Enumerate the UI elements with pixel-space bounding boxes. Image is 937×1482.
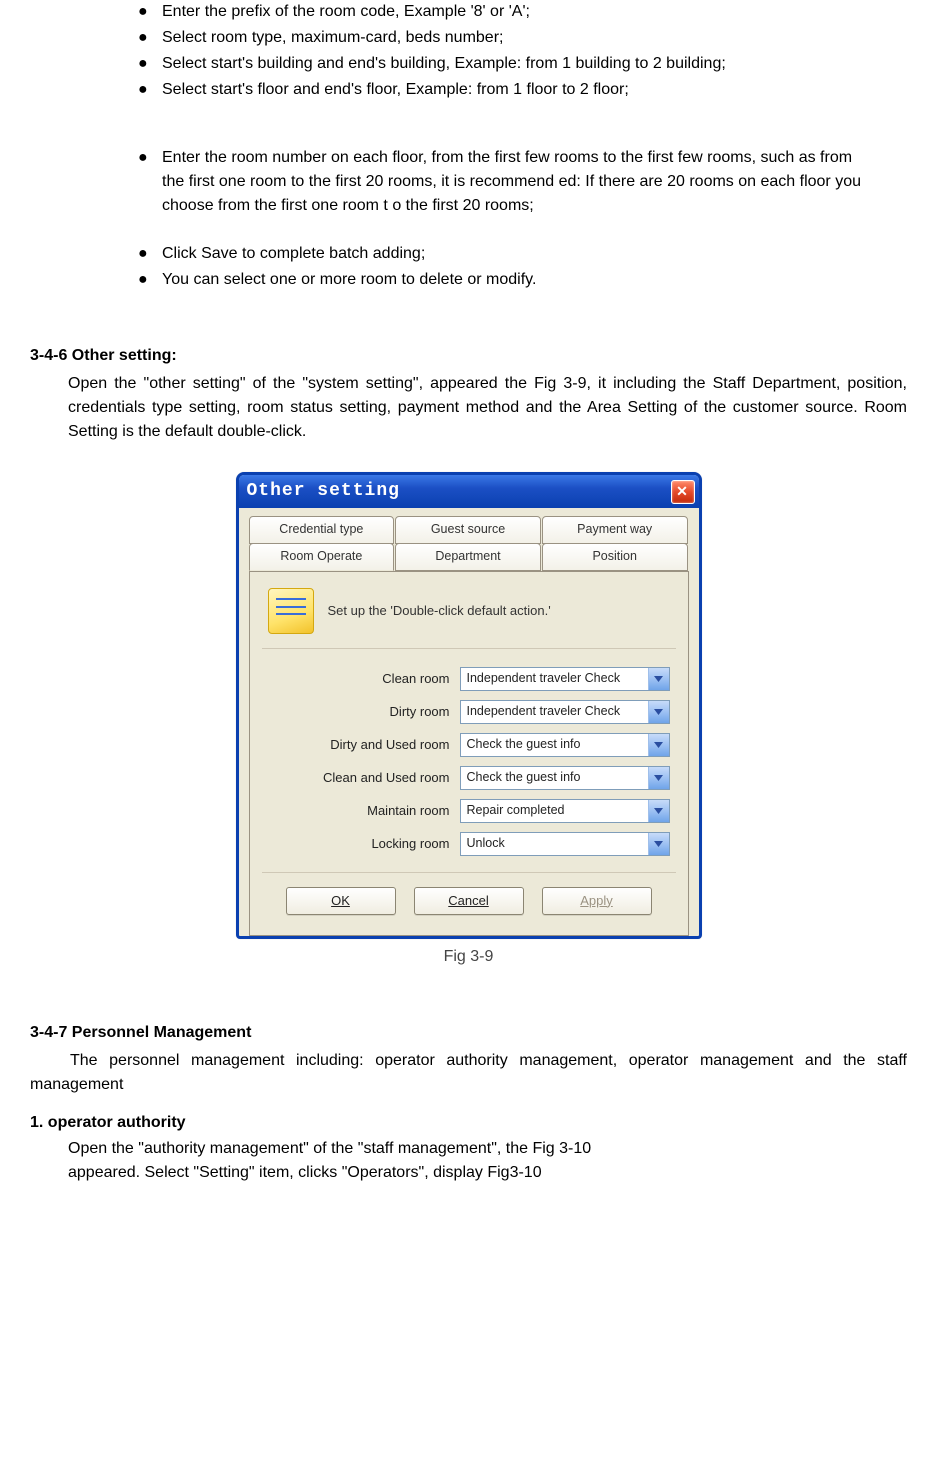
bullet-text: You can select one or more room to delet… [162,271,536,288]
combo-locking-room[interactable]: Unlock [460,832,670,856]
bullet-item: Select room type, maximum-card, beds num… [138,26,877,50]
ok-label: OK [331,893,350,908]
figure-3-9: Other setting ✕ Credential type Guest so… [30,472,907,969]
apply-button[interactable]: Apply [542,887,652,916]
section-heading-346: 3-4-6 Other setting: [30,344,907,368]
bullet-text: Select start's floor and end's floor, Ex… [162,81,629,98]
combo-maintain-room[interactable]: Repair completed [460,799,670,823]
bullet-item: Enter the prefix of the room code, Examp… [138,0,877,24]
chevron-down-icon [648,701,669,723]
label-locking-room: Locking room [262,834,460,854]
dialog-title: Other setting [247,478,400,505]
close-icon: ✕ [676,481,689,502]
tab-department[interactable]: Department [395,543,541,571]
tab-panel: Set up the 'Double-click default action.… [249,571,689,937]
bullet-text: Select room type, maximum-card, beds num… [162,29,503,46]
dialog-button-row: OK Cancel Apply [262,872,676,918]
label-maintain-room: Maintain room [262,801,460,821]
combo-value: Independent traveler Check [467,702,621,721]
chevron-down-icon [648,767,669,789]
bullet-text: Enter the room number on each floor, fro… [162,149,861,214]
bullet-text: Enter the prefix of the room code, Examp… [162,3,530,20]
num1-line1: Open the "authority management" of the "… [30,1137,907,1161]
tab-row-back: Credential type Guest source Payment way [249,516,689,544]
numbered-heading-1: 1. operator authority [30,1111,907,1135]
combo-dirty-used-room[interactable]: Check the guest info [460,733,670,757]
combo-clean-room[interactable]: Independent traveler Check [460,667,670,691]
tab-room-operate[interactable]: Room Operate [249,543,395,571]
tab-position[interactable]: Position [542,543,688,571]
figure-caption: Fig 3-9 [30,945,907,969]
close-button[interactable]: ✕ [671,480,695,504]
bullet-item: You can select one or more room to delet… [138,268,877,292]
combo-dirty-room[interactable]: Independent traveler Check [460,700,670,724]
bullet-text: Select start's building and end's buildi… [162,55,726,72]
bullet-item: Click Save to complete batch adding; [138,242,877,266]
note-icon [268,588,314,634]
ok-button[interactable]: OK [286,887,396,916]
combo-value: Repair completed [467,801,565,820]
section-347-para: The personnel management including: oper… [30,1049,907,1097]
bullet-item: Enter the room number on each floor, fro… [138,146,877,218]
tab-guest-source[interactable]: Guest source [395,516,541,544]
tab-credential-type[interactable]: Credential type [249,516,395,544]
num1-line2: appeared. Select "Setting" item, clicks … [30,1161,907,1185]
chevron-down-icon [648,800,669,822]
bullet-list: Enter the prefix of the room code, Examp… [30,0,877,292]
chevron-down-icon [648,833,669,855]
label-dirty-room: Dirty room [262,702,460,722]
label-clean-room: Clean room [262,669,460,689]
chevron-down-icon [648,668,669,690]
chevron-down-icon [648,734,669,756]
combo-clean-used-room[interactable]: Check the guest info [460,766,670,790]
panel-hint: Set up the 'Double-click default action.… [328,601,551,621]
section-heading-347: 3-4-7 Personnel Management [30,1021,907,1045]
label-clean-used-room: Clean and Used room [262,768,460,788]
cancel-label: Cancel [448,893,488,908]
combo-value: Unlock [467,834,505,853]
combo-value: Check the guest info [467,735,581,754]
bullet-item: Select start's floor and end's floor, Ex… [138,78,877,102]
dialog-titlebar: Other setting ✕ [239,475,699,508]
other-setting-dialog: Other setting ✕ Credential type Guest so… [236,472,702,939]
section-346-para: Open the "other setting" of the "system … [30,372,907,444]
bullet-text: Click Save to complete batch adding; [162,245,425,262]
tab-payment-way[interactable]: Payment way [542,516,688,544]
bullet-item: Select start's building and end's buildi… [138,52,877,76]
combo-value: Check the guest info [467,768,581,787]
cancel-button[interactable]: Cancel [414,887,524,916]
apply-label: Apply [580,893,613,908]
combo-value: Independent traveler Check [467,669,621,688]
label-dirty-used-room: Dirty and Used room [262,735,460,755]
tab-row-front: Room Operate Department Position [249,544,689,572]
